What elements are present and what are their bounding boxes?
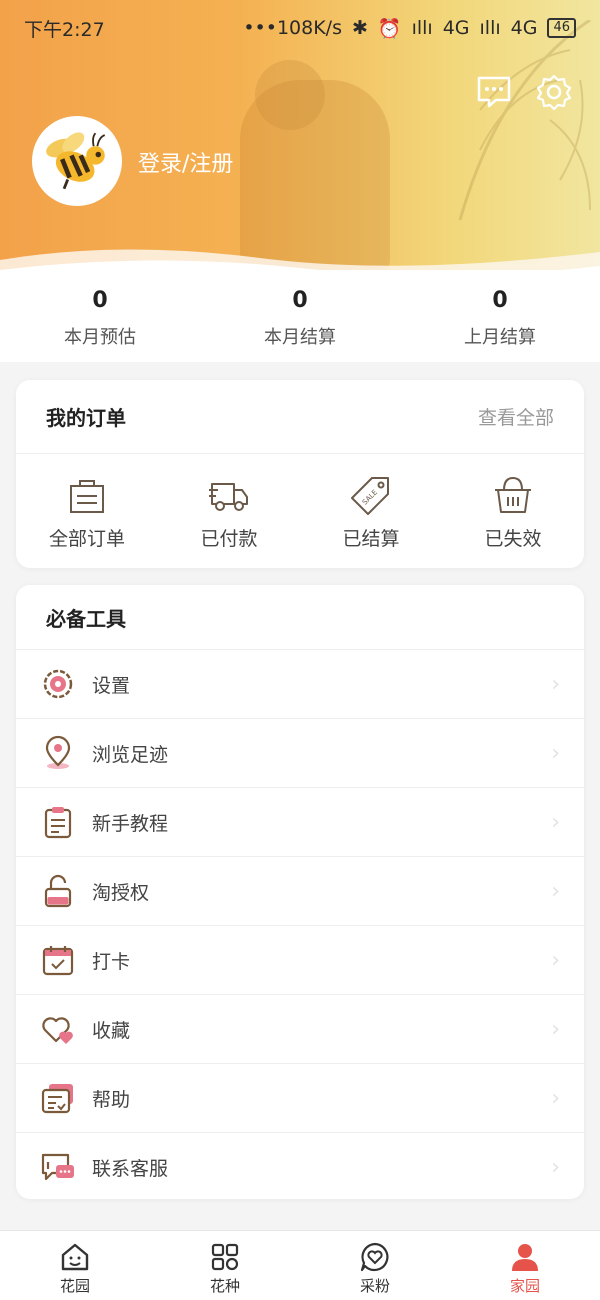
tool-browse-history[interactable]: 浏览足迹 › [16, 718, 584, 787]
bluetooth-icon: ✱ [351, 17, 368, 39]
status-bar: 下午2:27 •••108K/s ✱ ⏰ ıllı 4G ıllı 4G 46 [0, 0, 600, 56]
nav-label: 采粉 [359, 1277, 390, 1295]
network-speed: •••108K/s [243, 17, 342, 39]
order-label: 已结算 [342, 528, 400, 550]
nav-collect-pollen[interactable]: 采粉 [300, 1231, 450, 1300]
stat-label: 本月预估 [64, 327, 136, 348]
tools-title: 必备工具 [46, 606, 126, 631]
delivery-truck-icon [209, 483, 248, 511]
settings-gear-icon[interactable] [536, 74, 572, 110]
order-all[interactable]: 全部订单 [16, 454, 158, 568]
tool-label: 设置 [92, 674, 131, 697]
nav-garden[interactable]: 花园 [0, 1231, 150, 1300]
network-type-2: 4G [510, 17, 538, 39]
tool-label: 联系客服 [92, 1157, 169, 1180]
order-label: 已付款 [200, 528, 258, 550]
calendar-check-icon [42, 946, 74, 976]
message-icon[interactable] [476, 74, 512, 110]
nav-flower-seeds[interactable]: 花种 [150, 1231, 300, 1300]
location-pin-icon [45, 735, 71, 769]
chevron-right-icon: › [551, 947, 560, 973]
tool-settings[interactable]: 设置 › [16, 649, 584, 718]
tool-label: 浏览足迹 [92, 743, 169, 766]
profile-header: 下午2:27 •••108K/s ✱ ⏰ ıllı 4G ıllı 4G 46 [0, 0, 600, 300]
chat-heart-icon [360, 1242, 389, 1272]
clipboard-icon [44, 807, 72, 839]
svg-text:SALE: SALE [361, 488, 379, 506]
stat-value: 0 [292, 288, 308, 313]
grid-icon [211, 1243, 239, 1271]
bottom-navigation: 花园 花种 采粉 家园 [0, 1230, 600, 1300]
tool-label: 帮助 [92, 1088, 131, 1111]
basket-icon [495, 476, 531, 513]
stat-label: 本月结算 [264, 327, 336, 348]
tool-label: 淘授权 [92, 881, 150, 904]
chevron-right-icon: › [551, 671, 560, 697]
chat-service-icon [41, 1153, 74, 1181]
heart-icon [42, 1017, 73, 1044]
signal-icon-2: ıllı [479, 17, 501, 39]
chevron-right-icon: › [551, 1154, 560, 1180]
tools-header: 必备工具 [16, 585, 584, 649]
nav-label: 花种 [209, 1277, 240, 1295]
order-label: 全部订单 [48, 528, 125, 550]
tool-label: 新手教程 [92, 812, 169, 835]
tool-contact-service[interactable]: 联系客服 › [16, 1132, 584, 1201]
chevron-right-icon: › [551, 740, 560, 766]
home-icon [61, 1243, 89, 1271]
tool-label: 收藏 [92, 1019, 131, 1042]
battery-icon: 46 [547, 18, 576, 38]
unlock-icon [44, 874, 72, 908]
order-label: 已失效 [484, 528, 542, 550]
person-icon [512, 1244, 538, 1271]
stat-this-month-settled[interactable]: 0 本月结算 [200, 270, 400, 362]
chevron-right-icon: › [551, 809, 560, 835]
stat-last-month-settled[interactable]: 0 上月结算 [400, 270, 600, 362]
bee-logo-icon [46, 132, 106, 190]
settings-gear-icon [43, 669, 73, 699]
stat-this-month-estimate[interactable]: 0 本月预估 [0, 270, 200, 362]
stat-label: 上月结算 [464, 327, 536, 348]
help-card-icon [41, 1084, 73, 1114]
earnings-stats: 0 本月预估 0 本月结算 0 上月结算 [0, 270, 600, 362]
nav-label: 家园 [509, 1277, 540, 1295]
chevron-right-icon: › [551, 1016, 560, 1042]
orders-title: 我的订单 [46, 406, 126, 430]
order-expired[interactable]: 已失效 [442, 454, 584, 568]
tool-check-in[interactable]: 打卡 › [16, 925, 584, 994]
nav-homeland[interactable]: 家园 [450, 1231, 600, 1300]
sale-tag-icon: SALE [351, 477, 389, 515]
tool-taobao-authorization[interactable]: 淘授权 › [16, 856, 584, 925]
shopping-bag-icon [70, 480, 104, 513]
orders-header: 我的订单 查看全部 [16, 380, 584, 454]
essential-tools-card: 必备工具 设置 › 浏览足迹 › 新手教程 › 淘授权 › 打卡 › 收藏 › … [16, 585, 584, 1199]
alarm-icon: ⏰ [377, 17, 402, 40]
chevron-right-icon: › [551, 878, 560, 904]
stat-value: 0 [92, 288, 108, 313]
order-paid[interactable]: 已付款 [158, 454, 300, 568]
stat-value: 0 [492, 288, 508, 313]
tool-beginner-tutorial[interactable]: 新手教程 › [16, 787, 584, 856]
network-type-1: 4G [442, 17, 470, 39]
order-settled[interactable]: SALE 已结算 [300, 454, 442, 568]
my-orders-card: 我的订单 查看全部 全部订单 已付款 SALE 已结算 已失效 [16, 380, 584, 568]
login-register-link[interactable]: 登录/注册 [138, 146, 233, 178]
tool-favorites[interactable]: 收藏 › [16, 994, 584, 1063]
chevron-right-icon: › [551, 1085, 560, 1111]
nav-label: 花园 [59, 1277, 90, 1295]
header-background-figure-head [255, 60, 325, 130]
tool-help[interactable]: 帮助 › [16, 1063, 584, 1132]
avatar[interactable] [32, 116, 122, 206]
view-all-orders-link[interactable]: 查看全部 [478, 403, 554, 430]
signal-icon: ıllı [411, 17, 433, 39]
tool-label: 打卡 [92, 950, 131, 973]
status-time: 下午2:27 [24, 18, 105, 41]
